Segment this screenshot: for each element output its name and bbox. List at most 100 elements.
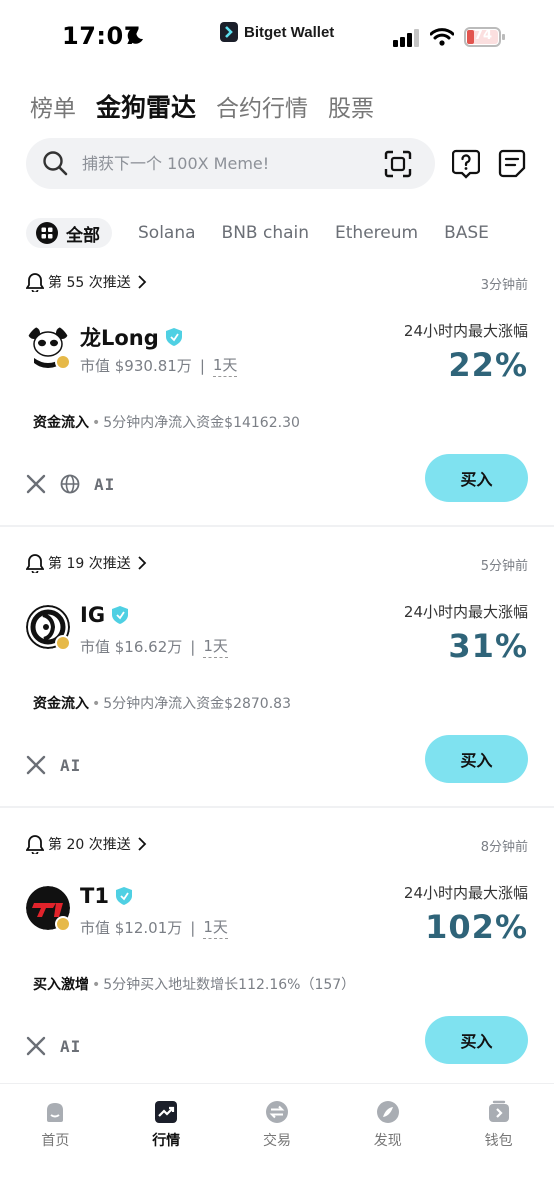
signal-detail: 5分钟内净流入资金$2870.83 <box>103 696 291 712</box>
swap-icon <box>265 1101 288 1123</box>
ai-icon[interactable]: AI <box>94 475 115 494</box>
notes-icon[interactable] <box>498 149 526 179</box>
gain-label: 24小时内最大涨幅 <box>403 603 528 621</box>
status-bar: 17:07 Bitget Wallet 74 <box>0 0 554 72</box>
grid-icon <box>36 222 58 244</box>
dot-separator: • <box>92 977 101 993</box>
push-info[interactable]: 第 19 次推送 <box>26 553 147 573</box>
signal-type: 买入激增 <box>33 977 89 993</box>
nav-market-label: 行情 <box>152 1133 181 1149</box>
push-info[interactable]: 第 55 次推送 <box>26 272 147 292</box>
scan-icon[interactable] <box>384 150 412 178</box>
search-icon <box>43 151 68 176</box>
card-divider <box>0 806 554 808</box>
chain-filter-base[interactable]: BASE <box>444 223 489 243</box>
chevron-right-icon <box>138 837 146 851</box>
dot-separator: • <box>92 415 101 431</box>
bell-icon <box>26 835 44 854</box>
ai-icon[interactable]: AI <box>60 1037 81 1056</box>
bell-icon <box>26 273 44 292</box>
push-count: 第 19 次推送 <box>48 556 131 572</box>
market-cap-row: 市值 $12.01万 | 1天 <box>80 916 228 939</box>
market-cap: 市值 $16.62万 <box>80 638 183 656</box>
shield-check-icon <box>165 328 182 346</box>
brand: Bitget Wallet <box>220 21 334 43</box>
gain-label: 24小时内最大涨幅 <box>403 884 528 902</box>
tab-stocks[interactable]: 股票 <box>328 89 374 123</box>
globe-icon[interactable] <box>60 474 80 494</box>
chain-filter-solana[interactable]: Solana <box>138 223 196 243</box>
market-cap-row: 市值 $930.81万 | 1天 <box>80 354 238 377</box>
gain-value: 102% <box>425 908 528 946</box>
nav-wallet-label: 钱包 <box>484 1133 513 1149</box>
token-name: T1 <box>80 884 109 908</box>
market-cap: 市值 $930.81万 <box>80 357 192 375</box>
gain-value: 22% <box>448 346 528 384</box>
signal-type: 资金流入 <box>33 415 89 431</box>
nav-home[interactable]: 首页 <box>0 1084 111 1200</box>
separator: | <box>199 356 205 375</box>
token-card[interactable]: 第 55 次推送 3分钟前 龙Long 市值 $930.81万 | 1天 24小… <box>0 262 554 524</box>
token-name: IG <box>80 603 106 627</box>
social-links: AI <box>26 1036 81 1056</box>
nav-trade-label: 交易 <box>262 1133 291 1149</box>
token-card[interactable]: 第 20 次推送 8分钟前 T1 市值 $12.01万 | 1天 24小时内最大… <box>0 824 554 1086</box>
ai-icon[interactable]: AI <box>60 756 81 775</box>
search-bar[interactable] <box>26 138 435 189</box>
buy-button[interactable]: 买入 <box>425 735 528 783</box>
nav-market[interactable]: 行情 <box>111 1084 222 1200</box>
token-card[interactable]: 第 19 次推送 5分钟前 IG 市值 $16.62万 | 1天 24小时内最大… <box>0 543 554 805</box>
tab-golden-dog-radar[interactable]: 金狗雷达 <box>96 88 196 124</box>
token-age: 1天 <box>212 354 238 377</box>
chain-badge <box>55 354 71 370</box>
dot-separator: • <box>92 696 101 712</box>
search-input[interactable] <box>82 138 372 189</box>
chain-filter-all[interactable]: 全部 <box>26 218 112 248</box>
wallet-icon <box>488 1100 509 1122</box>
battery-indicator: 74 <box>464 26 506 48</box>
chevron-right-icon <box>138 275 146 289</box>
bell-icon <box>26 554 44 573</box>
push-time: 3分钟前 <box>480 278 528 293</box>
social-links: AI <box>26 474 115 494</box>
nav-home-label: 首页 <box>41 1133 70 1149</box>
tab-rankings[interactable]: 榜单 <box>30 89 76 123</box>
chain-filter-bnb[interactable]: BNB chain <box>222 223 309 243</box>
token-name-row: 龙Long <box>80 322 182 352</box>
buy-button[interactable]: 买入 <box>425 454 528 502</box>
compass-icon <box>376 1101 399 1123</box>
separator: | <box>190 637 196 656</box>
push-time: 5分钟前 <box>480 559 528 574</box>
push-info[interactable]: 第 20 次推送 <box>26 834 147 854</box>
signal-row: 买入激增 • 5分钟买入地址数增长112.16%（157） <box>33 974 355 994</box>
top-tabs: 榜单 金狗雷达 合约行情 股票 <box>30 88 374 124</box>
signal-detail: 5分钟买入地址数增长112.16%（157） <box>103 977 356 993</box>
nav-trade[interactable]: 交易 <box>222 1084 333 1200</box>
help-icon[interactable] <box>452 149 480 179</box>
wifi-icon <box>430 28 454 46</box>
nav-discover[interactable]: 发现 <box>332 1084 443 1200</box>
chain-badge <box>55 635 71 651</box>
brand-name: Bitget Wallet <box>244 23 335 41</box>
chain-filter-ethereum[interactable]: Ethereum <box>335 223 418 243</box>
tab-futures-market[interactable]: 合约行情 <box>216 89 308 123</box>
nav-wallet[interactable]: 钱包 <box>443 1084 554 1200</box>
bitget-logo-icon <box>220 22 238 42</box>
card-divider <box>0 525 554 527</box>
x-icon[interactable] <box>26 474 46 494</box>
market-cap-row: 市值 $16.62万 | 1天 <box>80 635 228 658</box>
token-name: 龙Long <box>80 326 159 350</box>
signal-detail: 5分钟内净流入资金$14162.30 <box>103 415 300 431</box>
shield-check-icon <box>112 606 129 624</box>
push-count: 第 55 次推送 <box>48 275 131 291</box>
signal-row: 资金流入 • 5分钟内净流入资金$2870.83 <box>33 693 291 713</box>
x-icon[interactable] <box>26 1036 46 1056</box>
chain-filter-row: 全部 Solana BNB chain Ethereum BASE <box>26 217 554 249</box>
nav-discover-label: 发现 <box>373 1133 402 1149</box>
market-cap: 市值 $12.01万 <box>80 919 183 937</box>
chain-filter-all-label: 全部 <box>66 225 100 246</box>
shield-check-icon <box>115 887 132 905</box>
cellular-signal-icon <box>393 29 419 47</box>
x-icon[interactable] <box>26 755 46 775</box>
buy-button[interactable]: 买入 <box>425 1016 528 1064</box>
